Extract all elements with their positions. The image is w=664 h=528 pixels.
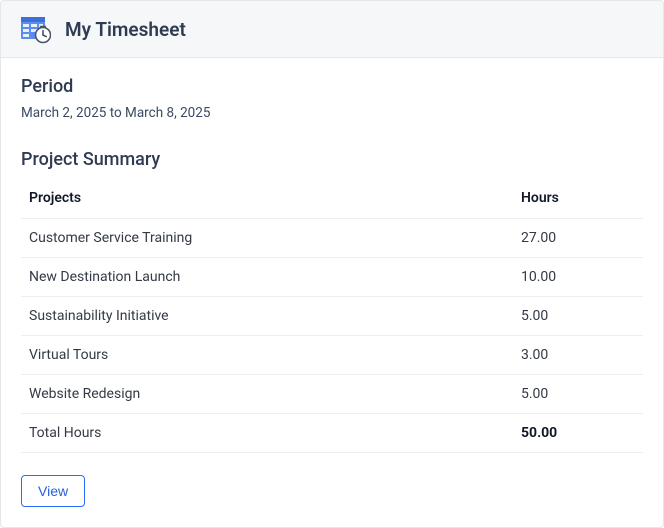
table-row: Sustainability Initiative 5.00: [21, 297, 643, 336]
table-row: Virtual Tours 3.00: [21, 336, 643, 375]
project-hours: 5.00: [513, 297, 643, 336]
project-name: New Destination Launch: [21, 258, 513, 297]
col-hours: Hours: [513, 178, 643, 219]
table-total-row: Total Hours 50.00: [21, 414, 643, 453]
col-projects: Projects: [21, 178, 513, 219]
table-row: Website Redesign 5.00: [21, 375, 643, 414]
total-label: Total Hours: [21, 414, 513, 453]
project-name: Website Redesign: [21, 375, 513, 414]
card-body: Period March 2, 2025 to March 8, 2025 Pr…: [1, 58, 663, 527]
project-hours: 27.00: [513, 219, 643, 258]
period-label: Period: [21, 76, 643, 97]
view-button[interactable]: View: [21, 475, 85, 507]
card-header: My Timesheet: [1, 1, 663, 58]
actions: View: [21, 475, 643, 507]
period-value: March 2, 2025 to March 8, 2025: [21, 105, 643, 121]
total-hours: 50.00: [513, 414, 643, 453]
project-summary-table: Projects Hours Customer Service Training…: [21, 178, 643, 453]
timesheet-card: My Timesheet Period March 2, 2025 to Mar…: [0, 0, 664, 528]
timesheet-icon: [19, 13, 51, 45]
card-title: My Timesheet: [65, 18, 186, 41]
project-name: Customer Service Training: [21, 219, 513, 258]
project-hours: 5.00: [513, 375, 643, 414]
project-hours: 3.00: [513, 336, 643, 375]
project-summary-title: Project Summary: [21, 149, 643, 170]
table-row: New Destination Launch 10.00: [21, 258, 643, 297]
table-header-row: Projects Hours: [21, 178, 643, 219]
project-hours: 10.00: [513, 258, 643, 297]
project-name: Sustainability Initiative: [21, 297, 513, 336]
table-row: Customer Service Training 27.00: [21, 219, 643, 258]
project-name: Virtual Tours: [21, 336, 513, 375]
